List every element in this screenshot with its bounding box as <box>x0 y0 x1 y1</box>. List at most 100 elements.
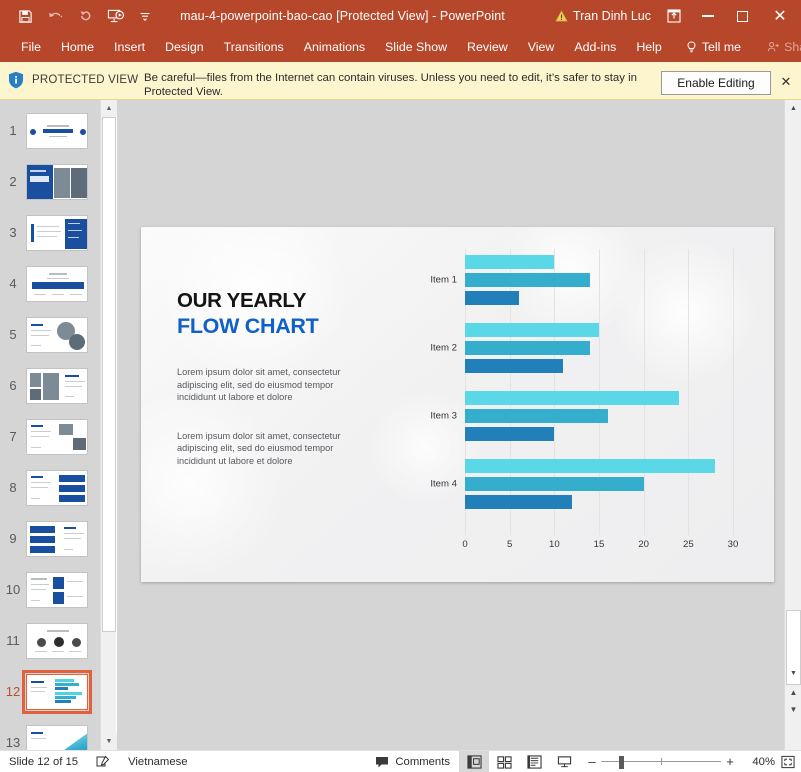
zoom-slider-handle[interactable] <box>619 756 624 769</box>
bar-chart[interactable]: Item 1 Item 2 Item 3 <box>403 243 745 563</box>
thumbnail-preview[interactable] <box>26 215 88 251</box>
thumbnail-preview[interactable] <box>26 623 88 659</box>
slide-show-button[interactable] <box>549 751 579 772</box>
minimize-button[interactable] <box>691 1 725 31</box>
thumbnail-scrollbar[interactable]: ▲ ▼ <box>100 100 116 750</box>
thumbnail-slide-5[interactable]: 5 <box>0 309 100 360</box>
bar-item1-series1[interactable] <box>465 255 554 269</box>
ribbon-tab-file[interactable]: File <box>11 38 51 56</box>
close-button[interactable]: ✕ <box>759 1 801 31</box>
notes-icon[interactable] <box>87 755 119 768</box>
thumbnail-preview[interactable] <box>26 674 88 710</box>
bar-item3-series1[interactable] <box>465 391 679 405</box>
user-account[interactable]: Tran Dinh Luc <box>555 9 657 23</box>
thumbnail-preview[interactable] <box>26 317 88 353</box>
share-button[interactable]: Share <box>757 38 801 56</box>
reading-view-button[interactable] <box>519 751 549 772</box>
zoom-in-button[interactable]: + <box>721 754 739 769</box>
save-icon[interactable] <box>10 3 40 29</box>
powerpoint-window: mau-4-powerpoint-bao-cao [Protected View… <box>0 0 801 772</box>
thumbnail-preview[interactable] <box>26 419 88 455</box>
thumbnail-slide-3[interactable]: 3 <box>0 207 100 258</box>
bar-item3-series2[interactable] <box>465 409 608 423</box>
undo-icon[interactable] <box>40 3 70 29</box>
chart-x-axis: 0 5 10 15 20 25 30 <box>465 539 733 553</box>
bar-group-item-1: Item 1 <box>465 255 733 317</box>
protected-view-label: PROTECTED VIEW <box>32 66 144 86</box>
slide-counter[interactable]: Slide 12 of 15 <box>0 756 87 768</box>
next-slide-button[interactable]: ▼ <box>785 701 801 717</box>
bar-item2-series3[interactable] <box>465 359 563 373</box>
bar-item2-series2[interactable] <box>465 341 590 355</box>
thumbnail-scroll-down-icon[interactable]: ▼ <box>101 733 117 750</box>
thumbnail-slide-11[interactable]: 11 <box>0 615 100 666</box>
thumbnail-preview[interactable] <box>26 164 88 200</box>
thumbnail-preview[interactable] <box>26 368 88 404</box>
ribbon-display-options-icon[interactable] <box>657 1 691 31</box>
thumbnail-number: 10 <box>0 582 26 597</box>
x-tick-0: 0 <box>462 539 467 550</box>
zoom-out-button[interactable]: – <box>583 754 601 769</box>
normal-view-button[interactable] <box>459 751 489 772</box>
ribbon-tab-transitions[interactable]: Transitions <box>214 38 294 56</box>
title-bar-right: Tran Dinh Luc ✕ <box>555 1 801 31</box>
ribbon-tab-slide-show[interactable]: Slide Show <box>375 38 457 56</box>
ribbon-tab-home[interactable]: Home <box>51 38 104 56</box>
maximize-button[interactable] <box>725 1 759 31</box>
thumbnail-preview[interactable] <box>26 113 88 149</box>
zoom-level-label[interactable]: 40% <box>743 756 775 768</box>
slide-area-scrollbar[interactable]: ▲ ▼ ▲ ▼ <box>784 100 801 750</box>
thumbnail-preview[interactable] <box>26 572 88 608</box>
thumbnail-scrollbar-thumb[interactable] <box>102 117 116 632</box>
ribbon-tab-help[interactable]: Help <box>626 38 671 56</box>
scroll-down-icon[interactable]: ▼ <box>785 665 801 682</box>
bar-item3-series3[interactable] <box>465 427 554 441</box>
ribbon-tab-animations[interactable]: Animations <box>294 38 375 56</box>
thumbnail-preview[interactable] <box>26 521 88 557</box>
bar-item1-series2[interactable] <box>465 273 590 287</box>
thumbnail-slide-4[interactable]: 4 <box>0 258 100 309</box>
protected-view-bar: PROTECTED VIEW Be careful—files from the… <box>0 62 801 100</box>
bar-item4-series1[interactable] <box>465 459 715 473</box>
bar-item4-series2[interactable] <box>465 477 644 491</box>
start-presentation-icon[interactable] <box>100 3 130 29</box>
thumbnail-slide-12[interactable]: 12 <box>0 666 100 717</box>
thumbnail-slide-6[interactable]: 6 <box>0 360 100 411</box>
fit-slide-to-window-icon[interactable] <box>775 755 801 769</box>
previous-slide-button[interactable]: ▲ <box>785 684 801 700</box>
thumbnail-slide-8[interactable]: 8 <box>0 462 100 513</box>
thumbnail-slide-2[interactable]: 2 <box>0 156 100 207</box>
enable-editing-button[interactable]: Enable Editing <box>661 71 771 95</box>
redo-icon[interactable] <box>70 3 100 29</box>
slide-thumbnail-panel[interactable]: 1 2 3 <box>0 100 100 750</box>
category-label-item-1: Item 1 <box>430 275 457 286</box>
language-indicator[interactable]: Vietnamese <box>119 756 196 768</box>
slide-sorter-view-button[interactable] <box>489 751 519 772</box>
bar-item1-series3[interactable] <box>465 291 519 305</box>
close-protected-view-icon[interactable]: ✕ <box>771 66 801 90</box>
ribbon-tab-insert[interactable]: Insert <box>104 38 155 56</box>
bar-item2-series1[interactable] <box>465 323 599 337</box>
thumbnail-slide-1[interactable]: 1 <box>0 105 100 156</box>
scroll-up-icon[interactable]: ▲ <box>785 100 801 117</box>
thumbnail-preview[interactable] <box>26 266 88 302</box>
current-slide[interactable]: OUR YEARLY FLOW CHART Lorem ipsum dolor … <box>141 227 774 582</box>
ribbon-tab-review[interactable]: Review <box>457 38 518 56</box>
ribbon-tab-design[interactable]: Design <box>155 38 214 56</box>
thumbnail-slide-13[interactable]: 13 <box>0 717 100 750</box>
thumbnail-preview[interactable] <box>26 470 88 506</box>
tell-me-search[interactable]: Tell me <box>672 38 751 57</box>
ribbon-tab-view[interactable]: View <box>518 38 565 56</box>
zoom-slider-midpoint <box>661 758 662 765</box>
thumbnail-scroll-up-icon[interactable]: ▲ <box>101 100 117 117</box>
bar-item4-series3[interactable] <box>465 495 572 509</box>
zoom-control[interactable]: – + <box>579 754 743 769</box>
comments-button[interactable]: Comments <box>366 756 459 768</box>
thumbnail-slide-7[interactable]: 7 <box>0 411 100 462</box>
ribbon-tab-add-ins[interactable]: Add-ins <box>564 38 626 56</box>
thumbnail-preview[interactable] <box>26 725 88 751</box>
thumbnail-slide-9[interactable]: 9 <box>0 513 100 564</box>
zoom-slider[interactable] <box>601 755 721 769</box>
thumbnail-slide-10[interactable]: 10 <box>0 564 100 615</box>
slide-edit-area[interactable]: OUR YEARLY FLOW CHART Lorem ipsum dolor … <box>117 100 784 750</box>
